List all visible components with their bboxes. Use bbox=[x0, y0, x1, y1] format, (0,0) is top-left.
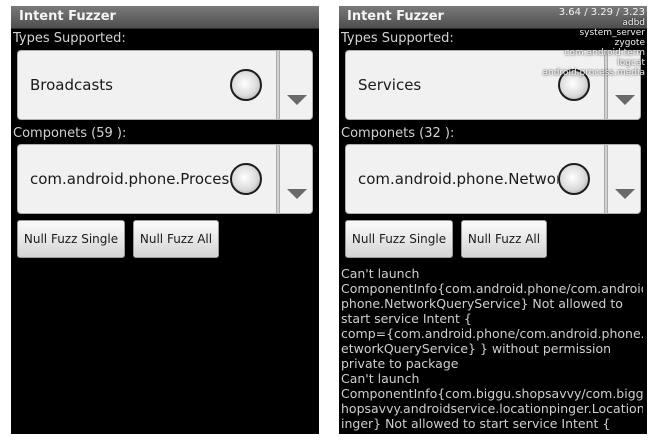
process-name: android.process.media bbox=[542, 68, 646, 78]
process-name: zygote bbox=[614, 38, 645, 48]
radio-icon bbox=[230, 69, 262, 101]
process-name: adbd bbox=[622, 18, 645, 28]
dropdown-arrow-icon[interactable] bbox=[615, 189, 635, 199]
spinner-divider bbox=[276, 145, 280, 213]
spinner-divider bbox=[276, 51, 280, 119]
process-name: com.android.term bbox=[564, 48, 645, 58]
process-load-overlay: 3.64 / 3.29 / 3.23 adbd system_server zy… bbox=[515, 7, 646, 79]
error-log-text: Can't launch ComponentInfo{com.android.p… bbox=[341, 266, 643, 431]
null-fuzz-all-button[interactable]: Null Fuzz All bbox=[461, 220, 547, 258]
dropdown-arrow-icon[interactable] bbox=[287, 95, 307, 105]
components-label: Componets (59 ): bbox=[13, 126, 127, 141]
types-supported-label: Types Supported: bbox=[341, 31, 454, 46]
dropdown-arrow-icon[interactable] bbox=[615, 95, 635, 105]
components-spinner-value: com.android.phone.NetworkQ bbox=[358, 170, 558, 188]
null-fuzz-single-button[interactable]: Null Fuzz Single bbox=[17, 220, 125, 258]
radio-icon bbox=[230, 163, 262, 195]
components-spinner[interactable]: com.android.phone.NetworkQ bbox=[345, 144, 641, 214]
components-spinner-value: com.android.phone.ProcessO bbox=[30, 170, 230, 188]
types-spinner-value: Broadcasts bbox=[30, 76, 113, 94]
components-label: Componets (32 ): bbox=[341, 126, 455, 141]
app-title: Intent Fuzzer bbox=[347, 9, 444, 24]
types-spinner-value: Services bbox=[358, 76, 422, 94]
spinner-divider bbox=[604, 145, 608, 213]
title-bar: Intent Fuzzer bbox=[11, 6, 319, 29]
radio-icon bbox=[558, 163, 590, 195]
process-name: system_server bbox=[579, 28, 645, 38]
right-screen: Intent Fuzzer Types Supported: Services … bbox=[339, 6, 647, 434]
components-spinner[interactable]: com.android.phone.ProcessO bbox=[17, 144, 313, 214]
null-fuzz-single-button[interactable]: Null Fuzz Single bbox=[345, 220, 453, 258]
load-average: 3.64 / 3.29 / 3.23 bbox=[558, 7, 645, 18]
dropdown-arrow-icon[interactable] bbox=[287, 189, 307, 199]
types-supported-label: Types Supported: bbox=[13, 31, 126, 46]
left-screen: Intent Fuzzer Types Supported: Broadcast… bbox=[11, 6, 319, 434]
process-name: logcat bbox=[617, 58, 645, 68]
types-spinner[interactable]: Broadcasts bbox=[17, 50, 313, 120]
app-title: Intent Fuzzer bbox=[19, 9, 116, 24]
null-fuzz-all-button[interactable]: Null Fuzz All bbox=[133, 220, 219, 258]
